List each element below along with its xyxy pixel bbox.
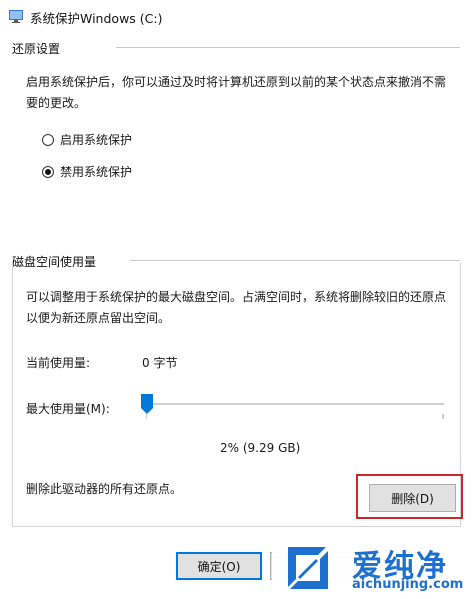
title-bar: 系统保护Windows (C:) bbox=[0, 0, 475, 32]
restore-settings-description-1: 启用系统保护后，你可以通过及时将计算机还原到以前的某个状态点来撤消不需 bbox=[26, 75, 447, 89]
watermark-url: aichunjing.com bbox=[352, 577, 464, 592]
ok-button[interactable]: 确定(O) bbox=[176, 552, 262, 580]
restore-settings-description-2: 要的更改。 bbox=[26, 96, 87, 110]
window-title: 系统保护Windows (C:) bbox=[30, 11, 163, 26]
radio-label: 启用系统保护 bbox=[60, 133, 133, 147]
system-protection-icon bbox=[9, 10, 23, 23]
restore-settings-title: 还原设置 bbox=[12, 40, 67, 57]
disk-usage-divider bbox=[130, 260, 460, 261]
highlight-annotation bbox=[356, 474, 463, 519]
watermark: 爱纯净 aichunjing.com bbox=[272, 535, 475, 599]
slider-ticks bbox=[146, 414, 444, 419]
current-usage-label: 当前使用量: bbox=[26, 356, 91, 370]
delete-restore-points-text: 删除此驱动器的所有还原点。 bbox=[26, 482, 183, 496]
group-border bbox=[12, 262, 13, 526]
disk-usage-title: 磁盘空间使用量 bbox=[12, 253, 103, 270]
radio-button[interactable] bbox=[42, 133, 54, 146]
slider-thumb[interactable] bbox=[141, 394, 153, 414]
radio-enable-protection[interactable]: 启用系统保护 bbox=[42, 131, 132, 148]
radio-disable-protection[interactable]: 禁用系统保护 bbox=[42, 163, 132, 180]
radio-button-selected[interactable] bbox=[42, 165, 54, 178]
restore-settings-divider bbox=[116, 47, 460, 48]
disk-usage-description-1: 可以调整用于系统保护的最大磁盘空间。占满空间时，系统将删除较旧的还原点 bbox=[26, 290, 447, 304]
max-usage-label: 最大使用量(M): bbox=[26, 402, 110, 416]
current-usage-value: 0 字节 bbox=[142, 356, 178, 370]
group-border bbox=[12, 526, 461, 527]
max-usage-slider-track[interactable] bbox=[146, 403, 444, 405]
disk-usage-description-2: 以便为新还原点留出空间。 bbox=[26, 311, 171, 325]
radio-label: 禁用系统保护 bbox=[60, 165, 133, 179]
max-usage-value: 2% (9.29 GB) bbox=[220, 441, 301, 455]
brand-logo-icon bbox=[288, 547, 328, 589]
